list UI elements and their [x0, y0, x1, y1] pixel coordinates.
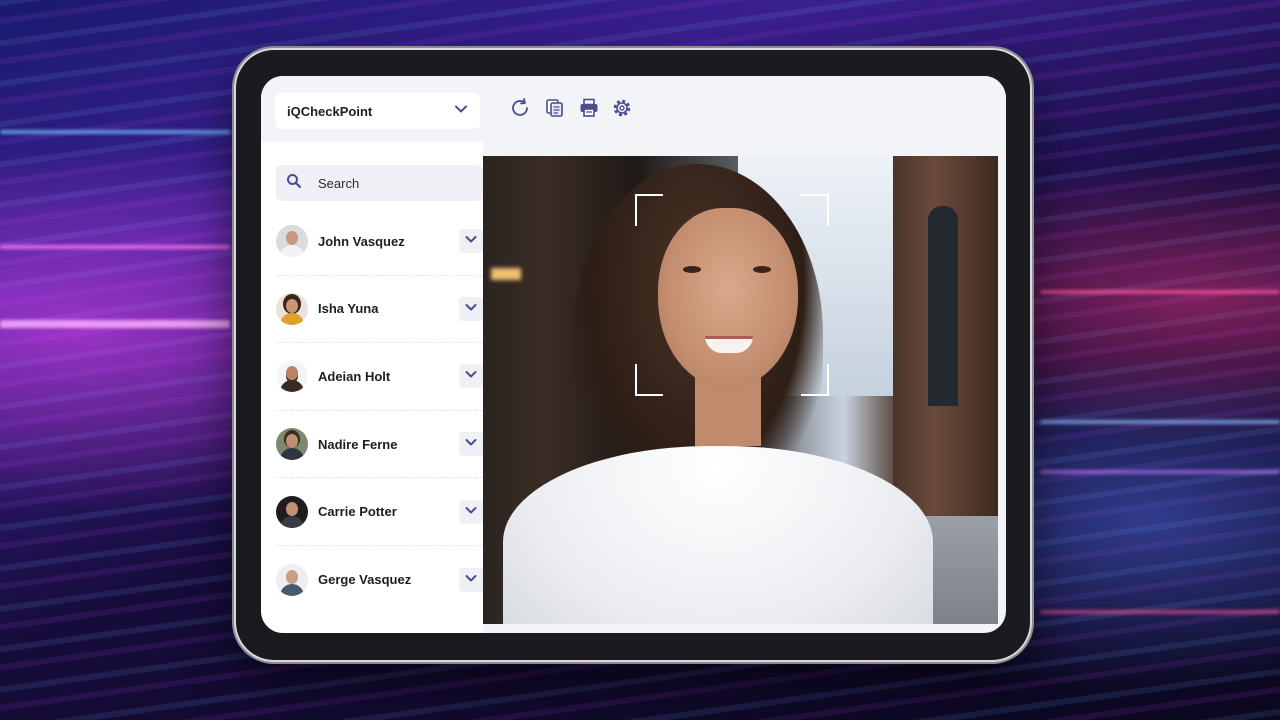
- chevron-down-icon: [465, 300, 477, 318]
- user-sidebar: John Vasquez Isha Yuna: [261, 142, 483, 633]
- tablet-device: iQCheckPoint Search John Vasquez Isha Yu…: [236, 50, 1030, 660]
- organization-dropdown[interactable]: iQCheckPoint: [275, 93, 480, 129]
- organization-label: iQCheckPoint: [287, 103, 373, 119]
- avatar: [276, 292, 308, 325]
- user-row-carrie-potter[interactable]: Carrie Potter: [276, 478, 483, 546]
- user-list: John Vasquez Isha Yuna Adeian Holt Nadir…: [276, 208, 483, 614]
- search-icon: [286, 173, 302, 194]
- chevron-down-icon: [465, 232, 477, 250]
- search-box[interactable]: [276, 165, 483, 201]
- copy-icon: [544, 97, 566, 124]
- chevron-down-icon: [454, 102, 468, 121]
- avatar: [276, 428, 308, 461]
- expand-user-button[interactable]: [459, 296, 483, 321]
- print-icon: [578, 97, 600, 124]
- user-name: Adeian Holt: [318, 368, 391, 384]
- chevron-down-icon: [465, 571, 477, 589]
- chevron-down-icon: [465, 435, 477, 453]
- print-button[interactable]: [577, 98, 601, 122]
- avatar: [276, 563, 308, 596]
- chevron-down-icon: [465, 367, 477, 385]
- chevron-down-icon: [465, 503, 477, 521]
- camera-feed: [483, 156, 998, 624]
- user-name: Gerge Vasquez: [318, 572, 412, 588]
- expand-user-button[interactable]: [459, 364, 483, 389]
- settings-button[interactable]: [610, 98, 634, 122]
- user-row-isha-yuna[interactable]: Isha Yuna: [276, 276, 483, 344]
- expand-user-button[interactable]: [459, 229, 483, 254]
- top-toolbar: iQCheckPoint: [261, 76, 1006, 142]
- user-name: Carrie Potter: [318, 504, 397, 520]
- user-row-john-vasquez[interactable]: John Vasquez: [276, 208, 483, 276]
- expand-user-button[interactable]: [459, 567, 483, 592]
- user-name: Nadire Ferne: [318, 436, 398, 452]
- refresh-button[interactable]: [508, 97, 532, 124]
- gear-icon: [611, 97, 633, 124]
- avatar: [276, 360, 308, 393]
- user-name: John Vasquez: [318, 233, 405, 249]
- avatar: [276, 495, 308, 528]
- expand-user-button[interactable]: [459, 499, 483, 524]
- avatar: [276, 225, 308, 258]
- user-name: Isha Yuna: [318, 301, 379, 317]
- search-input[interactable]: [316, 174, 460, 192]
- expand-user-button[interactable]: [459, 432, 483, 457]
- user-row-gerge-vasquez[interactable]: Gerge Vasquez: [276, 546, 483, 614]
- copy-button[interactable]: [543, 98, 567, 122]
- app-screen: iQCheckPoint Search John Vasquez Isha Yu…: [261, 76, 1006, 633]
- user-row-nadire-ferne[interactable]: Nadire Ferne: [276, 411, 483, 479]
- user-row-adeian-holt[interactable]: Adeian Holt: [276, 343, 483, 411]
- refresh-icon: [509, 97, 531, 124]
